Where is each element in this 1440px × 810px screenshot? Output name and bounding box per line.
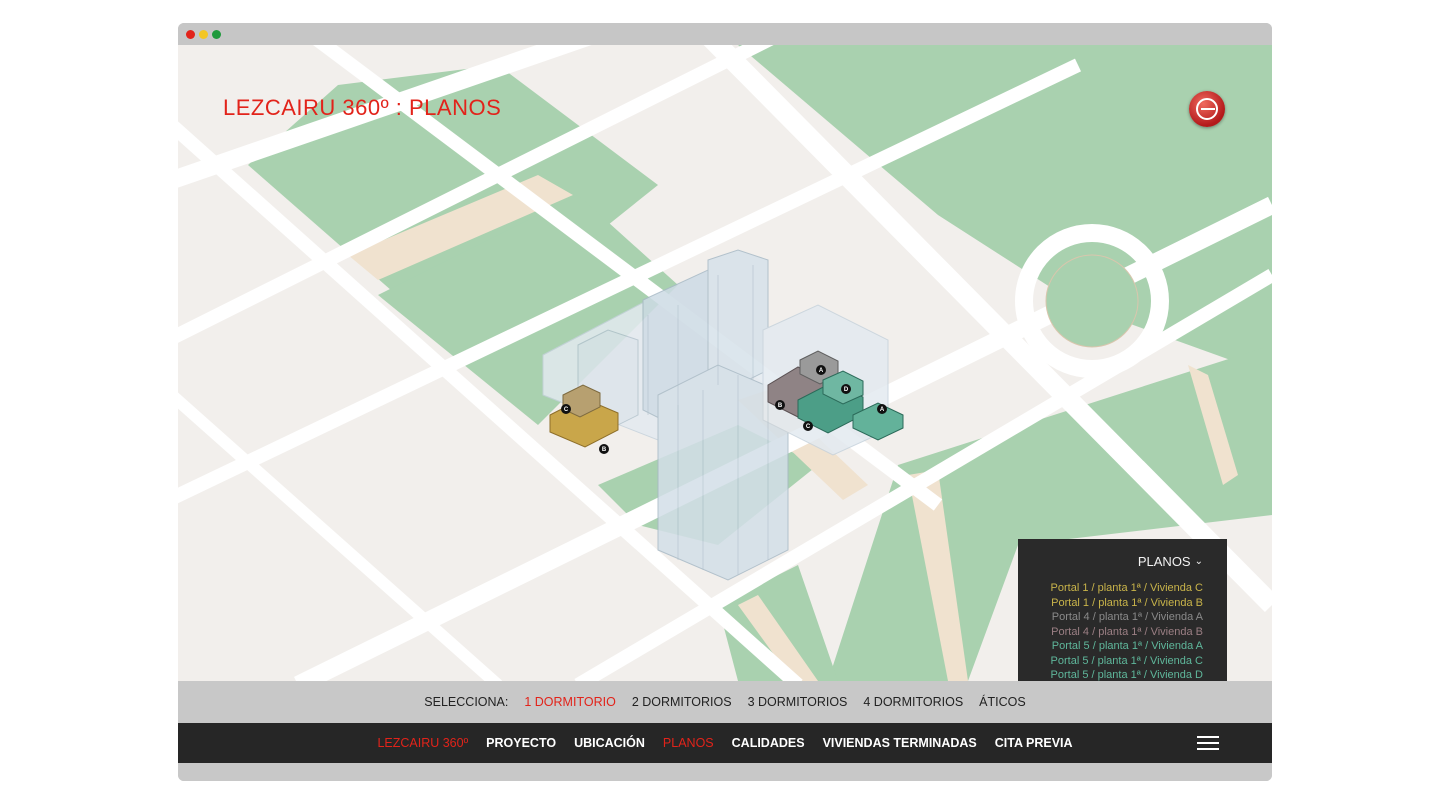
selector-option[interactable]: 4 DORMITORIOS [863,695,963,709]
nav-item[interactable]: PLANOS [663,736,714,750]
map-marker-portal4-b[interactable]: B [775,400,785,410]
planos-item[interactable]: Portal 1 / planta 1ª / Vivienda B [1051,596,1203,611]
planos-item[interactable]: Portal 5 / planta 1ª / Vivienda D [1051,668,1203,681]
planos-panel: PLANOS ⌄ Portal 1 / planta 1ª / Vivienda… [1018,539,1227,681]
map-marker-portal4-a[interactable]: A [816,365,826,375]
browser-window: C B A B D C A LEZCAIRU 360º: PLANOS PLA… [178,23,1272,781]
map-view[interactable]: C B A B D C A LEZCAIRU 360º: PLANOS PLA… [178,45,1272,681]
nav-item[interactable]: VIVIENDAS TERMINADAS [823,736,977,750]
svg-text:D: D [844,387,849,393]
nav-item[interactable]: CITA PREVIA [995,736,1073,750]
planos-item[interactable]: Portal 4 / planta 1ª / Vivienda A [1051,610,1203,625]
svg-text:C: C [564,407,569,413]
roundabout-center [1045,254,1139,348]
close-window-icon[interactable] [186,30,195,39]
page-title: LEZCAIRU 360º : PLANOS [223,95,502,120]
planos-item[interactable]: Portal 5 / planta 1ª / Vivienda C [1051,654,1203,669]
svg-text:B: B [778,403,783,409]
main-navigation: LEZCAIRU 360º PROYECTO UBICACIÓN PLANOS CAL… [178,723,1272,763]
map-marker-portal5-c[interactable]: C [803,421,813,431]
bottom-strip [178,763,1272,781]
planos-item[interactable]: Portal 1 / planta 1ª / Vivienda C [1051,581,1203,596]
map-marker-portal5-a[interactable]: A [877,404,887,414]
selector-option[interactable]: 2 DORMITORIOS [632,695,732,709]
svg-text:A: A [819,368,824,374]
window-titlebar [178,23,1272,45]
hamburger-menu-icon[interactable] [1197,736,1219,750]
svg-text:A: A [880,407,885,413]
svg-text:C: C [806,424,811,430]
planos-list: Portal 1 / planta 1ª / Vivienda C Portal … [1051,581,1203,681]
nav-item[interactable]: PROYECTO [486,736,556,750]
planos-dropdown-label: PLANOS [1137,554,1191,569]
planos-item[interactable]: Portal 5 / planta 1ª / Vivienda A [1051,639,1203,654]
selector-option[interactable]: 1 DORMITORIO [524,695,615,709]
nav-item[interactable]: CALIDADES [732,736,805,750]
selector-option[interactable]: ÁTICOS [979,695,1026,709]
company-logo-icon[interactable] [1189,91,1225,127]
selector-option[interactable]: 3 DORMITORIOS [748,695,848,709]
nav-item[interactable]: UBICACIÓN [574,736,645,750]
selector-label: SELECCIONA: [424,695,509,709]
planos-item[interactable]: Portal 4 / planta 1ª / Vivienda B [1051,625,1203,640]
nav-brand[interactable]: LEZCAIRU 360º [377,736,468,750]
chevron-down-icon: ⌄ [1194,556,1203,567]
map-marker-portal5-d[interactable]: D [841,384,851,394]
map-marker-portal1-b[interactable]: B [599,444,609,454]
maximize-window-icon[interactable] [212,30,221,39]
planos-dropdown[interactable]: PLANOS ⌄ [1138,554,1203,569]
bedroom-selector: SELECCIONA: 1 DORMITORIO 2 DORMITORIOS 3 D… [178,681,1272,723]
svg-text:B: B [602,447,607,453]
map-marker-portal1-c[interactable]: C [561,404,571,414]
minimize-window-icon[interactable] [199,30,208,39]
